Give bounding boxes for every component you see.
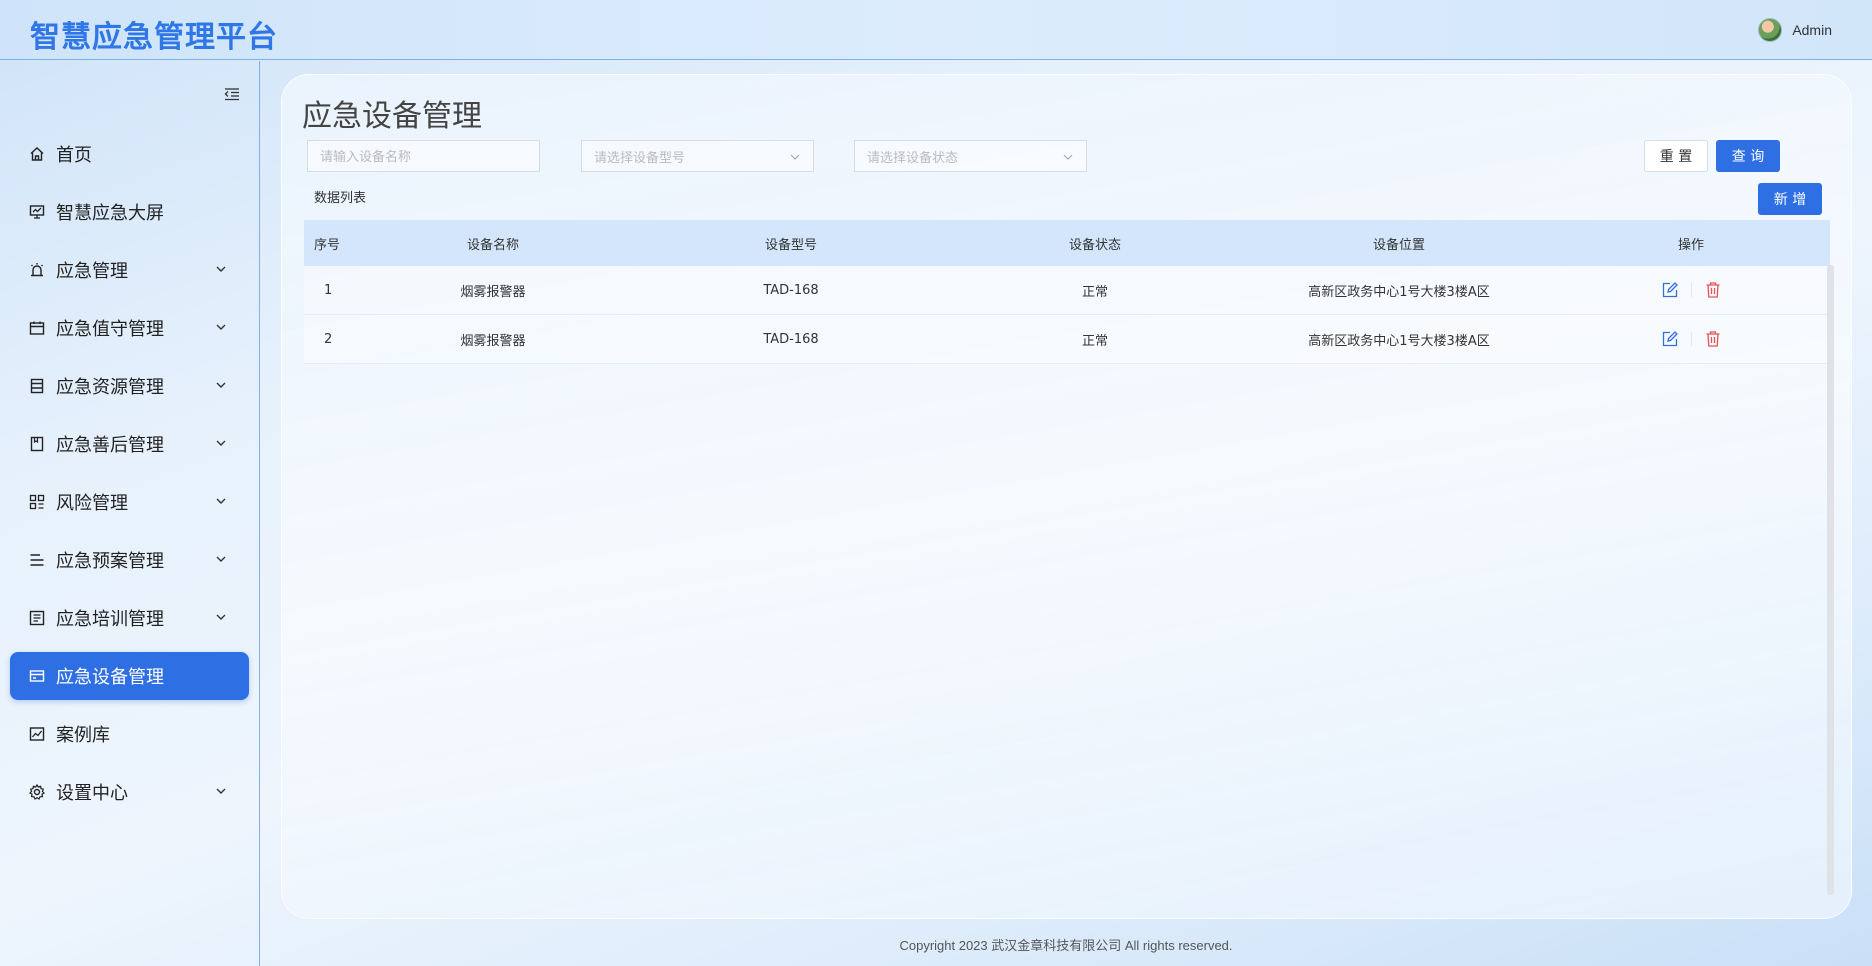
row-index: 1 <box>324 282 333 298</box>
sidebar-item-label: 应急善后管理 <box>56 435 164 456</box>
sidebar-item-training[interactable]: 应急培训管理 <box>10 594 249 642</box>
chevron-down-icon <box>216 382 226 388</box>
row-actions <box>1552 330 1830 348</box>
table-row: 2 烟雾报警器 TAD-168 正常 高新区政务中心1号大楼3楼A区 <box>304 315 1830 364</box>
chevron-down-icon <box>216 614 226 620</box>
card-icon <box>28 667 46 685</box>
sidebar-item-label: 应急值守管理 <box>56 319 164 340</box>
sidebar: 首页 智慧应急大屏 应急管理 应急值守管理 应急资源管理 应急善后管理 风险管理… <box>0 61 260 966</box>
sidebar-item-settings[interactable]: 设置中心 <box>10 768 249 816</box>
sidebar-item-plans[interactable]: 应急预案管理 <box>10 536 249 584</box>
notebook-icon <box>28 435 46 453</box>
sidebar-item-risk[interactable]: 风险管理 <box>10 478 249 526</box>
chart-icon <box>28 725 46 743</box>
device-status-placeholder: 请选择设备状态 <box>867 149 959 165</box>
sidebar-menu: 首页 智慧应急大屏 应急管理 应急值守管理 应急资源管理 应急善后管理 风险管理… <box>10 130 249 826</box>
sidebar-item-label: 应急培训管理 <box>56 609 164 630</box>
sidebar-item-label: 风险管理 <box>56 493 128 514</box>
sidebar-item-label: 应急管理 <box>56 261 128 282</box>
user-menu[interactable]: Admin <box>1758 18 1832 42</box>
query-button[interactable]: 查 询 <box>1716 140 1780 172</box>
list-icon <box>28 551 46 569</box>
user-name[interactable]: Admin <box>1792 22 1832 38</box>
divider <box>1690 332 1692 346</box>
device-model: TAD-168 <box>763 331 819 347</box>
device-status: 正常 <box>1081 333 1108 349</box>
device-name: 烟雾报警器 <box>460 333 526 349</box>
device-location: 高新区政务中心1号大楼3楼A区 <box>1308 333 1490 349</box>
device-status: 正常 <box>1081 284 1108 300</box>
column-header: 设备位置 <box>1372 237 1425 253</box>
app-title: 智慧应急管理平台 <box>30 20 278 55</box>
sidebar-item-label: 应急预案管理 <box>56 551 164 572</box>
column-header: 设备名称 <box>466 237 519 253</box>
delete-icon[interactable] <box>1704 330 1722 348</box>
grid-icon <box>28 493 46 511</box>
device-status-select[interactable]: 请选择设备状态 <box>854 140 1087 172</box>
collapse-menu-icon[interactable] <box>224 87 240 101</box>
main-content: 应急设备管理 请选择设备型号 请选择设备状态 重 置 查 询 数据列表 新 增 … <box>281 74 1852 919</box>
document-icon <box>28 609 46 627</box>
device-model-placeholder: 请选择设备型号 <box>594 149 686 165</box>
sidebar-item-label: 首页 <box>56 145 92 166</box>
column-header: 设备状态 <box>1068 237 1121 253</box>
device-model: TAD-168 <box>763 282 819 298</box>
top-header: 智慧应急管理平台 Admin <box>0 0 1872 60</box>
column-header: 设备型号 <box>764 237 817 253</box>
chevron-down-icon <box>216 556 226 562</box>
gear-icon <box>28 783 46 801</box>
row-actions <box>1552 281 1830 299</box>
chevron-down-icon <box>216 266 226 272</box>
chevron-down-icon <box>1063 154 1073 160</box>
chevron-down-icon <box>216 440 226 446</box>
sidebar-item-emergency[interactable]: 应急管理 <box>10 246 249 294</box>
page-title: 应急设备管理 <box>302 99 482 134</box>
edit-icon[interactable] <box>1661 330 1679 348</box>
sidebar-item-dashboard[interactable]: 智慧应急大屏 <box>10 188 249 236</box>
sidebar-item-aftermath[interactable]: 应急善后管理 <box>10 420 249 468</box>
chevron-down-icon <box>790 154 800 160</box>
sidebar-item-label: 智慧应急大屏 <box>56 203 164 224</box>
device-name-input[interactable] <box>320 148 539 164</box>
column-header: 操作 <box>1677 237 1704 253</box>
device-name-field[interactable] <box>307 140 540 172</box>
chevron-down-icon <box>216 788 226 794</box>
sidebar-item-label: 应急资源管理 <box>56 377 164 398</box>
sidebar-item-label: 设置中心 <box>56 783 128 804</box>
divider <box>1690 283 1692 297</box>
sidebar-item-home[interactable]: 首页 <box>10 130 249 178</box>
sidebar-item-duty[interactable]: 应急值守管理 <box>10 304 249 352</box>
chevron-down-icon <box>216 324 226 330</box>
device-location: 高新区政务中心1号大楼3楼A区 <box>1308 284 1490 300</box>
sidebar-item-cases[interactable]: 案例库 <box>10 710 249 758</box>
sidebar-item-equipment[interactable]: 应急设备管理 <box>10 652 249 700</box>
table-scrollbar[interactable] <box>1827 265 1834 895</box>
database-icon <box>28 377 46 395</box>
avatar[interactable] <box>1758 18 1783 42</box>
alarm-icon <box>28 261 46 279</box>
add-button[interactable]: 新 增 <box>1758 183 1822 215</box>
home-icon <box>28 145 46 163</box>
sidebar-item-resources[interactable]: 应急资源管理 <box>10 362 249 410</box>
sidebar-item-label: 应急设备管理 <box>56 667 164 688</box>
table-header: 序号 设备名称 设备型号 设备状态 设备位置 操作 <box>304 220 1830 266</box>
device-model-select[interactable]: 请选择设备型号 <box>581 140 814 172</box>
calendar-icon <box>28 319 46 337</box>
edit-icon[interactable] <box>1661 281 1679 299</box>
footer-copyright: Copyright 2023 武汉金章科技有限公司 All rights res… <box>899 938 1233 953</box>
sidebar-item-label: 案例库 <box>56 725 110 746</box>
monitor-icon <box>28 203 46 221</box>
data-list-label: 数据列表 <box>314 191 367 206</box>
reset-button[interactable]: 重 置 <box>1644 140 1708 172</box>
device-table: 序号 设备名称 设备型号 设备状态 设备位置 操作 1 烟雾报警器 TAD-16… <box>304 220 1830 364</box>
row-index: 2 <box>324 331 333 347</box>
chevron-down-icon <box>216 498 226 504</box>
delete-icon[interactable] <box>1704 281 1722 299</box>
table-row: 1 烟雾报警器 TAD-168 正常 高新区政务中心1号大楼3楼A区 <box>304 266 1830 315</box>
column-header: 序号 <box>314 237 341 253</box>
device-name: 烟雾报警器 <box>460 284 526 300</box>
